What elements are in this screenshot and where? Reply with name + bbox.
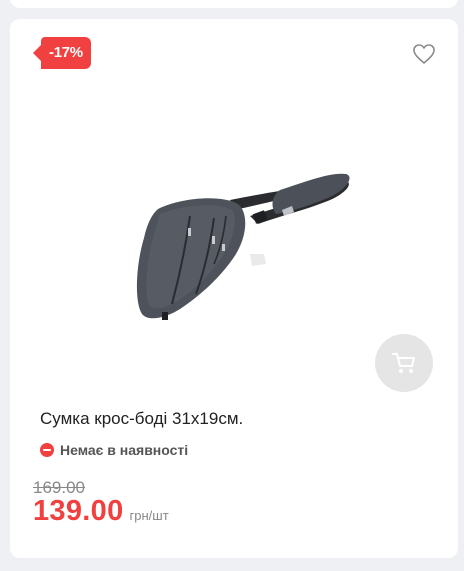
stock-status-label: Немає в наявності	[60, 442, 189, 458]
product-card[interactable]: -17% Сумка крос-боді 31х19см. Немає в на…	[10, 19, 458, 558]
cart-icon	[392, 353, 415, 373]
current-price: 139.00	[33, 495, 124, 527]
discount-badge: -17%	[33, 37, 91, 69]
price-unit: грн/шт	[129, 508, 169, 523]
minus-circle-icon	[40, 443, 54, 457]
favorite-button[interactable]	[412, 43, 436, 65]
product-title[interactable]: Сумка крос-боді 31х19см.	[40, 409, 243, 429]
heart-outline-icon	[413, 44, 435, 64]
add-to-cart-button[interactable]	[375, 334, 433, 392]
product-image[interactable]	[110, 154, 370, 344]
previous-card-edge	[10, 0, 458, 8]
stock-status: Немає в наявності	[40, 442, 188, 458]
price-row: 139.00 грн/шт	[33, 495, 169, 528]
